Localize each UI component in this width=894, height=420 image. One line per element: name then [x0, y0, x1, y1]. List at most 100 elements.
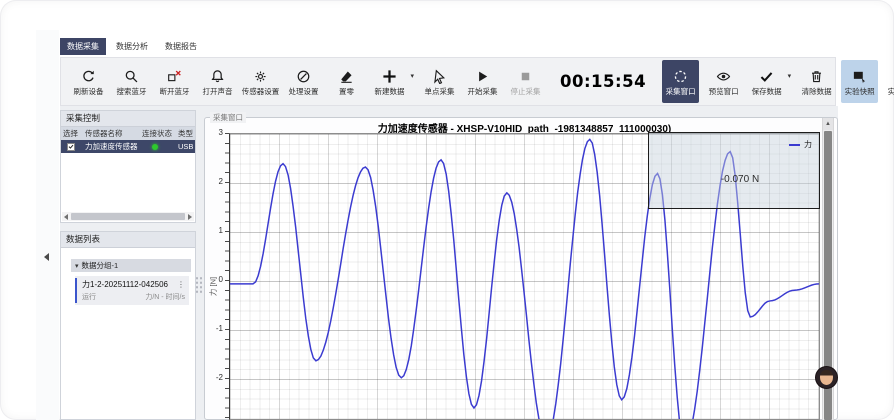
- toolbar-button-label: 预览窗口: [709, 88, 739, 96]
- data-list-panel: 数据列表 ▾ 数据分组-1 力1-2-20251112-042506 ⋮ 运行 …: [60, 231, 196, 420]
- data-group-label: 数据分组-1: [82, 260, 119, 271]
- play-icon: [474, 68, 491, 85]
- toolbar-button-label: 采集窗口: [666, 88, 696, 96]
- sidebar-collapse-strip: [36, 30, 59, 420]
- toolbar-button-label: 清除数据: [802, 88, 832, 96]
- set-zero-button[interactable]: 置零: [328, 60, 365, 103]
- item-menu-icon[interactable]: ⋮: [177, 281, 185, 289]
- collection-control-panel: 采集控制 选择传感器名称连接状态类型 力加速度传感器 USB: [60, 110, 196, 223]
- bt-disconnect-icon: [166, 68, 183, 85]
- new-data-button[interactable]: ▾新建数据: [371, 60, 408, 103]
- assistant-avatar[interactable]: [815, 366, 838, 389]
- y-axis-label: 力 [N]: [208, 265, 219, 309]
- collection-control-title: 采集控制: [61, 111, 195, 127]
- column-header: 选择: [61, 128, 83, 139]
- data-item[interactable]: 力1-2-20251112-042506 ⋮ 运行 力/N - 时间/s: [75, 276, 189, 305]
- plus-icon: [381, 68, 398, 85]
- item-accent-bar: [75, 278, 77, 303]
- toolbar-button-label: 停止采集: [511, 88, 541, 96]
- data-list-title: 数据列表: [61, 232, 195, 248]
- sensor-checkbox[interactable]: [67, 143, 75, 151]
- column-header: 类型: [176, 128, 195, 139]
- y-tick-label: 1: [198, 226, 223, 235]
- dropdown-caret-icon[interactable]: ▾: [788, 72, 792, 80]
- check-icon: [758, 68, 775, 85]
- refresh-device-button[interactable]: 刷新设备: [70, 60, 107, 103]
- sensor-row[interactable]: 力加速度传感器 USB: [61, 140, 195, 153]
- toolbar-button-label: 置零: [339, 88, 354, 96]
- app-window: 数据采集数据分析数据报告 刷新设备 搜索蓝牙 断开蓝牙 打开声音 传感器设置 处理设置 置零…: [0, 0, 894, 420]
- experiment-record-button[interactable]: 实验录制: [884, 60, 894, 103]
- gear-icon: [252, 68, 269, 85]
- chart-legend: 力: [789, 139, 812, 150]
- snapshot-icon: [851, 68, 868, 85]
- toolbar-button-label: 断开蓝牙: [160, 88, 190, 96]
- horizontal-scrollbar[interactable]: [62, 212, 194, 221]
- scroll-left-icon[interactable]: [62, 212, 70, 221]
- collect-timer: 00:15:54: [560, 72, 646, 91]
- toolbar-button-label: 单点采集: [425, 88, 455, 96]
- toolbar-button-label: 保存数据: [752, 88, 782, 96]
- pointer-icon: [431, 68, 448, 85]
- compass-icon: [295, 68, 312, 85]
- clear-data-button[interactable]: 清除数据: [798, 60, 835, 103]
- experiment-snapshot-button[interactable]: 实验快照: [841, 60, 878, 103]
- sensor-table-header: 选择传感器名称连接状态类型: [61, 127, 195, 140]
- y-tick-label: 3: [198, 128, 223, 137]
- sensor-name: 力加速度传感器: [83, 141, 140, 152]
- data-item-status: 运行: [82, 292, 96, 302]
- disconnect-bluetooth-button[interactable]: 断开蓝牙: [156, 60, 193, 103]
- toolbar-button-label: 新建数据: [375, 88, 405, 96]
- scroll-up-icon[interactable]: ▲: [823, 118, 833, 130]
- toolbar-button-label: 搜索蓝牙: [117, 88, 147, 96]
- eraser-icon: [338, 68, 355, 85]
- legend-line-icon: [789, 144, 800, 146]
- status-dot-icon: [152, 144, 158, 150]
- y-tick-label: -1: [198, 324, 223, 333]
- y-tick-label: -2: [198, 373, 223, 382]
- bell-icon: [209, 68, 226, 85]
- eye-icon: [715, 68, 732, 85]
- start-collect-button[interactable]: 开始采集: [464, 60, 501, 103]
- tab-data-analysis[interactable]: 数据分析: [109, 38, 155, 55]
- legend-label: 力: [804, 139, 812, 150]
- toolbar-button-label: 实验录制: [888, 88, 894, 96]
- tab-data-collect[interactable]: 数据采集: [60, 38, 106, 55]
- tab-data-report[interactable]: 数据报告: [158, 38, 204, 55]
- toolbar-button-label: 传感器设置: [242, 88, 280, 96]
- process-settings-button[interactable]: 处理设置: [285, 60, 322, 103]
- sensor-type: USB: [176, 142, 195, 151]
- sensor-settings-button[interactable]: 传感器设置: [242, 60, 279, 103]
- column-header: 传感器名称: [83, 128, 140, 139]
- data-item-axes: 力/N - 时间/s: [145, 292, 185, 302]
- scroll-right-icon[interactable]: [186, 212, 194, 221]
- toolbar-button-label: 开始采集: [468, 88, 498, 96]
- toolbar-button-label: 实验快照: [845, 88, 875, 96]
- collect-window-button[interactable]: 采集窗口: [662, 60, 699, 103]
- collapse-arrow-icon[interactable]: [44, 253, 49, 261]
- y-tick-label: 2: [198, 177, 223, 186]
- stop-collect-button[interactable]: 停止采集: [507, 60, 544, 103]
- stop-icon: [517, 68, 534, 85]
- avatar-face-icon: [820, 370, 833, 385]
- toolbar-button-label: 处理设置: [289, 88, 319, 96]
- data-group-row[interactable]: ▾ 数据分组-1: [71, 259, 191, 272]
- trash-icon: [808, 68, 825, 85]
- h-scrollbar-thumb[interactable]: [71, 213, 185, 220]
- toolbar-button-label: 刷新设备: [74, 88, 104, 96]
- single-point-collect-button[interactable]: 单点采集: [421, 60, 458, 103]
- search-bluetooth-button[interactable]: 搜索蓝牙: [113, 60, 150, 103]
- preview-window-button[interactable]: 预览窗口: [705, 60, 742, 103]
- toolbar: 刷新设备搜索蓝牙断开蓝牙打开声音传感器设置处理设置置零▾新建数据单点采集开始采集…: [60, 57, 836, 106]
- tree-expand-icon[interactable]: ▾: [75, 262, 79, 270]
- search-icon: [123, 68, 140, 85]
- column-header: 连接状态: [140, 128, 176, 139]
- dropdown-caret-icon[interactable]: ▾: [410, 72, 414, 80]
- open-sound-button[interactable]: 打开声音: [199, 60, 236, 103]
- save-data-button[interactable]: ▾保存数据: [748, 60, 785, 103]
- toolbar-button-label: 打开声音: [203, 88, 233, 96]
- sensor-table-body: 力加速度传感器 USB: [61, 140, 195, 153]
- data-item-title: 力1-2-20251112-042506: [82, 279, 168, 290]
- dashed-circle-icon: [672, 68, 689, 85]
- main-tabs: 数据采集数据分析数据报告: [60, 38, 204, 55]
